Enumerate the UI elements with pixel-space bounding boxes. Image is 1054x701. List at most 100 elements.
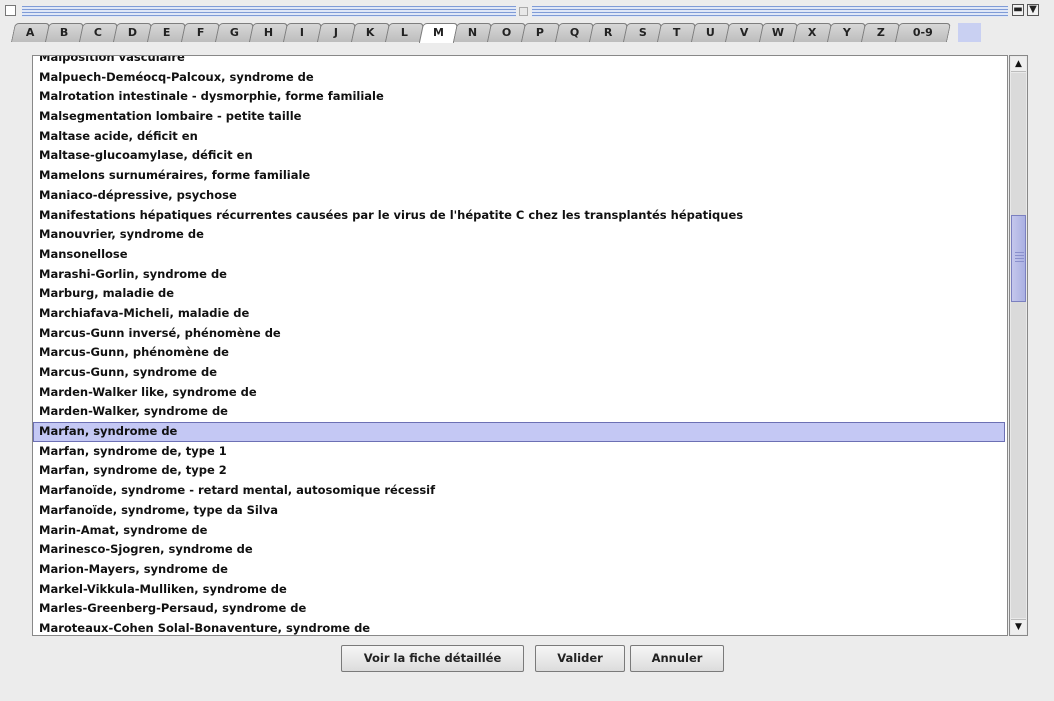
tab-y[interactable]: Y [826,23,867,42]
tab-label: H [263,26,274,39]
list-item[interactable]: Malpuech-Deméocq-Palcoux, syndrome de [33,68,1005,88]
tab-label: Z [876,26,885,39]
validate-button[interactable]: Valider [535,645,625,672]
tab-label: C [94,26,103,39]
tab-t[interactable]: T [656,23,697,42]
tab-p[interactable]: P [520,23,561,42]
disease-list[interactable]: Malposition vasculaire Malpuech-Deméocq-P… [32,55,1008,636]
tab-label: P [536,26,545,39]
list-item[interactable]: Marashi-Gorlin, syndrome de [33,265,1005,285]
window-checkbox[interactable] [5,5,16,16]
dropdown-icon[interactable]: ▼ [1027,4,1039,16]
tab-s[interactable]: S [622,23,663,42]
tab-a[interactable]: A [10,23,51,42]
tab-label: K [366,26,375,39]
tab-u[interactable]: U [690,23,731,42]
tab-label: B [60,26,69,39]
tab-label: S [638,26,647,39]
tab-label: F [196,26,205,39]
list-item[interactable]: Maroteaux-Cohen Solal-Bonaventure, syndr… [33,619,1005,635]
list-item[interactable]: Mamelons surnuméraires, forme familiale [33,166,1005,186]
list-item[interactable]: Malsegmentation lombaire - petite taille [33,107,1005,127]
tab-label: D [127,26,137,39]
tab-b[interactable]: B [44,23,85,42]
list-item[interactable]: Marfan, syndrome de, type 1 [33,442,1005,462]
title-bar-grip-icon [519,7,528,16]
list-item[interactable]: Marfanoïde, syndrome, type da Silva [33,501,1005,521]
tab-label: N [467,26,478,39]
list-item[interactable]: Marin-Amat, syndrome de [33,521,1005,541]
tab-o[interactable]: O [486,23,527,42]
list-item[interactable]: Malrotation intestinale - dysmorphie, fo… [33,87,1005,107]
list-item[interactable]: Marles-Greenberg-Persaud, syndrome de [33,599,1005,619]
list-item[interactable]: Manouvrier, syndrome de [33,225,1005,245]
list-item[interactable]: Marfan, syndrome de, type 2 [33,461,1005,481]
tab-h[interactable]: H [248,23,289,42]
tab-label: A [26,26,35,39]
tab-f[interactable]: F [180,23,221,42]
tab-z[interactable]: Z [860,23,901,42]
tab-label: Y [842,26,851,39]
tab-label: V [740,26,749,39]
scrollbar-thumb[interactable] [1011,215,1026,302]
tab-i[interactable]: I [282,23,323,42]
list-item[interactable]: Marcus-Gunn, phénomène de [33,343,1005,363]
tab-x[interactable]: X [792,23,833,42]
tab-label: U [705,26,715,39]
tab-d[interactable]: D [112,23,153,42]
tab-k[interactable]: K [350,23,391,42]
vertical-scrollbar[interactable]: ▲ ▼ [1009,55,1028,636]
window-title-bar[interactable]: ▬ ▼ [0,0,1054,22]
alphabet-tab-strip: A B C D E F G H I J K L M N O P Q R S T U V W X Y Z 0-9 [10,23,952,43]
tab-q[interactable]: Q [554,23,595,42]
tab-label: Q [569,26,580,39]
tab-w[interactable]: W [758,23,799,42]
list-item[interactable]: Marfan, syndrome de [33,422,1005,442]
list-item[interactable]: Marden-Walker, syndrome de [33,402,1005,422]
tab-j[interactable]: J [316,23,357,42]
tab-label: R [604,26,613,39]
title-bar-stripes-left [22,6,516,17]
tab-l[interactable]: L [384,23,425,42]
tab-r[interactable]: R [588,23,629,42]
tab-n[interactable]: N [452,23,493,42]
tab-label: I [300,26,305,39]
list-item[interactable]: Marburg, maladie de [33,284,1005,304]
list-item[interactable]: Marden-Walker like, syndrome de [33,383,1005,403]
list-item[interactable]: Marinesco-Sjogren, syndrome de [33,540,1005,560]
list-item[interactable]: Maltase acide, déficit en [33,127,1005,147]
minimize-icon[interactable]: ▬ [1012,4,1024,16]
list-item[interactable]: Marcus-Gunn, syndrome de [33,363,1005,383]
scrollbar-track[interactable] [1011,73,1026,618]
tab-label: W [772,26,785,39]
tab-c[interactable]: C [78,23,119,42]
tab-label: L [400,26,408,39]
scrollbar-grip-icon [1015,252,1024,262]
tab-v[interactable]: V [724,23,765,42]
view-details-button[interactable]: Voir la fiche détaillée [341,645,524,672]
list-item[interactable]: Markel-Vikkula-Mulliken, syndrome de [33,580,1005,600]
list-item[interactable]: Maltase-glucoamylase, déficit en [33,146,1005,166]
scroll-down-arrow-icon[interactable]: ▼ [1011,619,1026,634]
tab-label: G [229,26,239,39]
list-item[interactable]: Malposition vasculaire [33,56,1005,68]
list-item[interactable]: Marcus-Gunn inversé, phénomène de [33,324,1005,344]
tab-label: O [501,26,512,39]
tab-0-9[interactable]: 0-9 [894,23,952,42]
list-item[interactable]: Marion-Mayers, syndrome de [33,560,1005,580]
tab-e[interactable]: E [146,23,187,42]
tab-g[interactable]: G [214,23,255,42]
tab-label: T [672,26,681,39]
tab-label: E [162,26,171,39]
tab-label: J [334,26,339,39]
list-item[interactable]: Marfanoïde, syndrome - retard mental, au… [33,481,1005,501]
scroll-up-arrow-icon[interactable]: ▲ [1011,57,1026,72]
tab-label: M [433,26,444,39]
cancel-button[interactable]: Annuler [630,645,724,672]
list-item[interactable]: Mansonellose [33,245,1005,265]
title-bar-stripes-right [532,6,1008,17]
tab-strip-filler [958,23,981,42]
list-item[interactable]: Manifestations hépatiques récurrentes ca… [33,206,1005,226]
list-item[interactable]: Marchiafava-Micheli, maladie de [33,304,1005,324]
list-item[interactable]: Maniaco-dépressive, psychose [33,186,1005,206]
